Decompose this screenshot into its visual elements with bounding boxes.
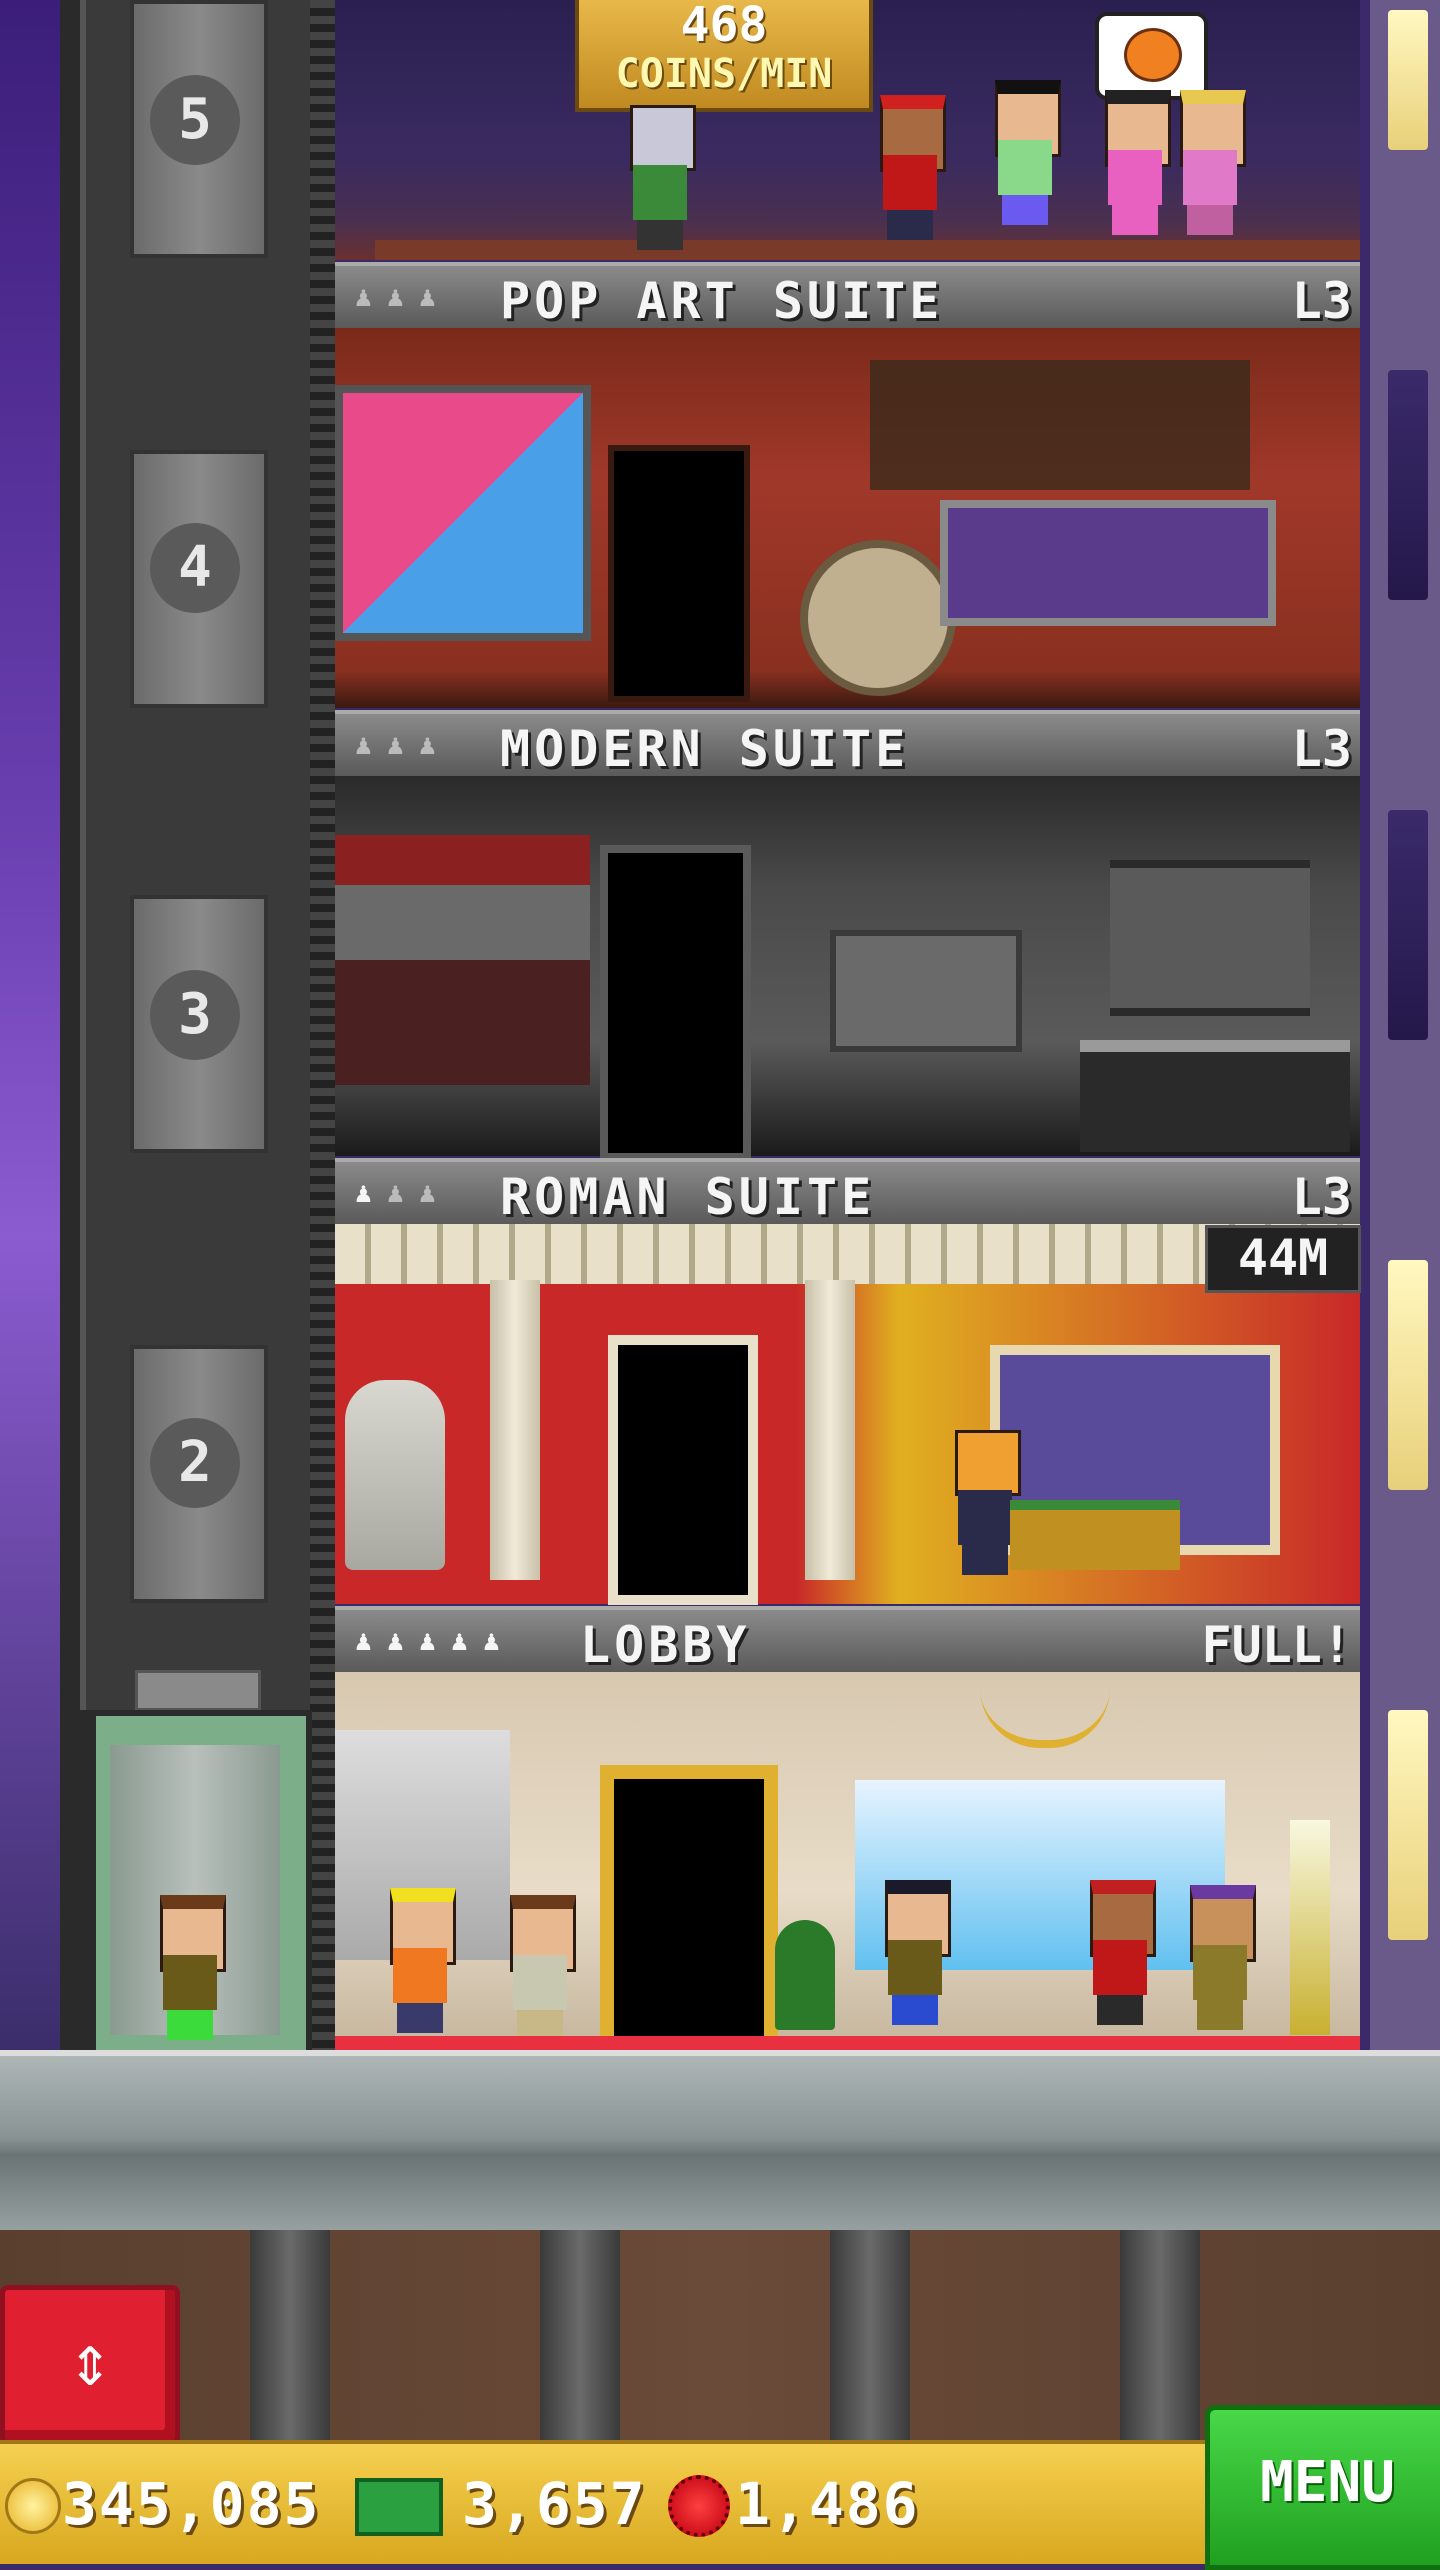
occupancy-indicator: ♟ ♟ ♟ ♟ ♟ bbox=[355, 1624, 500, 1657]
basement-pillar bbox=[830, 2230, 910, 2440]
building-window bbox=[1388, 10, 1428, 150]
elevator-scroll-button[interactable]: ⇕ bbox=[0, 2285, 180, 2445]
floor-level: L3 bbox=[1291, 272, 1352, 330]
building-window bbox=[1388, 810, 1428, 1040]
lobby-visitor-bellhop[interactable] bbox=[1085, 1880, 1156, 2030]
room-floor-strip bbox=[375, 240, 1360, 260]
basement-pillar bbox=[1120, 2230, 1200, 2440]
floor-number-2: 2 bbox=[150, 1418, 240, 1508]
coins-per-minute-banner: 468 COINS/MIN bbox=[575, 0, 873, 112]
floor-level: L3 bbox=[1291, 720, 1352, 778]
bed bbox=[1080, 1040, 1350, 1152]
lobby-visitor[interactable] bbox=[505, 1895, 576, 2045]
potted-plant-icon bbox=[775, 1920, 835, 2030]
roman-column bbox=[805, 1280, 855, 1580]
occupancy-indicator: ♟ ♟ ♟ bbox=[355, 280, 436, 313]
restock-timer-badge[interactable]: 44M bbox=[1205, 1225, 1361, 1293]
sky-background bbox=[0, 0, 60, 2060]
basement-pillar bbox=[540, 2230, 620, 2440]
lobby-lamp bbox=[1290, 1820, 1330, 2035]
coins-amount: 345,085 bbox=[62, 2470, 321, 2538]
resident-zombie[interactable] bbox=[625, 105, 696, 255]
elevator-passenger[interactable] bbox=[155, 1895, 226, 2045]
roman-couch bbox=[1010, 1500, 1180, 1570]
lobby-doorway bbox=[600, 1765, 778, 2049]
floor-number-3: 3 bbox=[150, 970, 240, 1060]
menu-button[interactable]: MENU bbox=[1205, 2405, 1440, 2570]
coin-icon bbox=[5, 2478, 61, 2534]
occupancy-indicator: ♟ ♟ ♟ bbox=[355, 1176, 436, 1209]
room-doorway bbox=[600, 845, 751, 1161]
sofa bbox=[940, 500, 1276, 626]
shaft-rail bbox=[310, 0, 335, 2060]
basement-pillar bbox=[250, 2230, 330, 2440]
lobby-visitor-glasses[interactable] bbox=[880, 1880, 951, 2030]
building-window bbox=[1388, 370, 1428, 600]
wall-shelf-art bbox=[870, 360, 1250, 490]
floor-label-modern-suite[interactable]: ♟ ♟ ♟ MODERN SUITE L3 bbox=[335, 710, 1360, 780]
ground-platform bbox=[0, 2050, 1440, 2236]
roman-column bbox=[490, 1280, 540, 1580]
resident-glasses[interactable] bbox=[990, 80, 1061, 230]
occupancy-indicator: ♟ ♟ ♟ bbox=[355, 728, 436, 761]
coins-per-minute-value: 468 bbox=[680, 0, 768, 53]
statue bbox=[345, 1380, 445, 1570]
lobby-visitor-purple-hair[interactable] bbox=[1185, 1885, 1256, 2035]
floor-level: L3 bbox=[1291, 1168, 1352, 1226]
modern-art-frame bbox=[830, 930, 1022, 1052]
floor-number-5: 5 bbox=[150, 75, 240, 165]
pumpkin-speech-bubble-icon[interactable] bbox=[1095, 12, 1208, 100]
pop-art-painting bbox=[335, 385, 591, 641]
bookshelf bbox=[1110, 860, 1310, 1016]
bits-amount: 1,486 bbox=[735, 2470, 920, 2538]
room-doorway bbox=[608, 445, 750, 702]
wall-clock-icon bbox=[800, 540, 956, 696]
floor-name: ROMAN SUITE bbox=[500, 1168, 876, 1226]
bits-icon bbox=[668, 2475, 730, 2537]
floor-name: POP ART SUITE bbox=[500, 272, 944, 330]
building-window bbox=[1388, 1260, 1428, 1490]
building-window bbox=[1388, 1710, 1428, 1940]
resident-blonde[interactable] bbox=[1175, 90, 1246, 240]
elevator-indicator bbox=[135, 1670, 261, 1711]
resident-pink[interactable] bbox=[1100, 90, 1171, 240]
resident-bellhop[interactable] bbox=[875, 95, 946, 245]
floor-label-roman-suite[interactable]: ♟ ♟ ♟ ROMAN SUITE L3 bbox=[335, 1158, 1360, 1228]
room-doorway bbox=[608, 1335, 758, 1605]
coins-per-minute-label: COINS/MIN bbox=[615, 51, 833, 97]
floor-name: LOBBY bbox=[580, 1616, 751, 1674]
modern-wall-panel bbox=[335, 835, 590, 1085]
floor-label-pop-art-suite[interactable]: ♟ ♟ ♟ POP ART SUITE L3 bbox=[335, 262, 1360, 332]
bux-amount: 3,657 bbox=[462, 2470, 647, 2538]
lobby-carpet bbox=[335, 2036, 1360, 2050]
floor-name: MODERN SUITE bbox=[500, 720, 910, 778]
floor-label-lobby[interactable]: ♟ ♟ ♟ ♟ ♟ LOBBY FULL! bbox=[335, 1606, 1360, 1676]
lobby-visitor-hardhat[interactable] bbox=[385, 1888, 456, 2038]
floor-number-4: 4 bbox=[150, 523, 240, 613]
tower-bux-icon bbox=[355, 2478, 443, 2536]
floor-level: FULL! bbox=[1201, 1616, 1352, 1674]
